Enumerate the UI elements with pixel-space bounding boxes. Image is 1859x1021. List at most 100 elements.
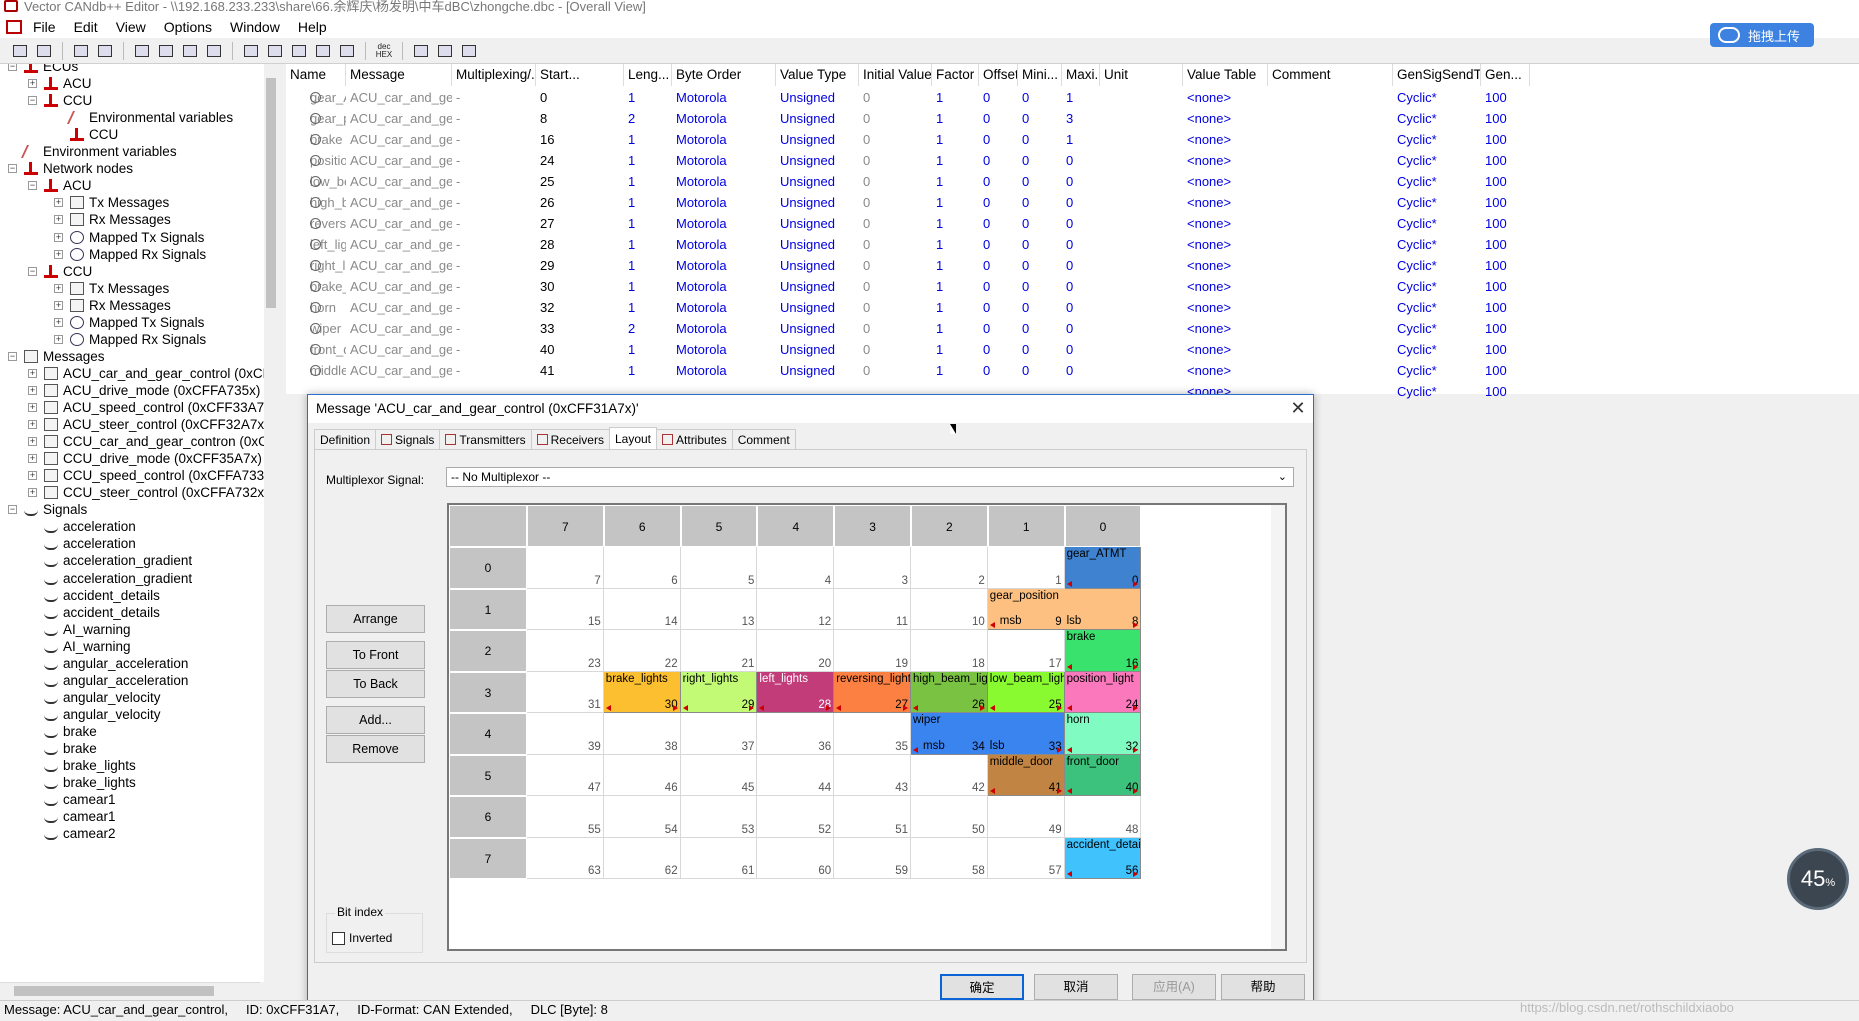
signal-block-gear-position[interactable]: gear_position msb 9 lsb 8	[987, 588, 1142, 630]
arrange-button[interactable]: Arrange	[326, 605, 425, 633]
collapse-icon[interactable]: −	[28, 266, 37, 276]
signal-block-high-beam-lights[interactable]: high_beam_lights26	[911, 671, 988, 713]
tree-view[interactable]: − ECUs + ACU − CCU Environmental variables CCU E…	[0, 64, 278, 982]
bit-cell[interactable]: 12	[757, 588, 835, 630]
bit-cell[interactable]: 39	[527, 713, 604, 755]
bit-cell[interactable]: 49	[987, 796, 1065, 838]
grid4-button[interactable]	[313, 41, 333, 61]
bit-cell[interactable]: 61	[680, 837, 758, 879]
expand-icon[interactable]: +	[54, 215, 63, 225]
expand-icon[interactable]: +	[54, 198, 63, 208]
bit-cell[interactable]: 60	[757, 837, 835, 879]
column-header[interactable]: Name	[286, 64, 346, 86]
progress-gauge[interactable]: 45%	[1787, 848, 1849, 910]
menu-window[interactable]: Window	[221, 19, 289, 35]
cancel-button[interactable]: 取消	[1034, 974, 1118, 1000]
bit-cell[interactable]: 59	[834, 837, 911, 879]
bit-cell[interactable]: 51	[834, 796, 911, 838]
expand-icon[interactable]: +	[28, 368, 37, 378]
column-header[interactable]: Message	[346, 64, 452, 86]
column-header[interactable]: Leng...	[624, 64, 672, 86]
expand-icon[interactable]: +	[54, 283, 63, 293]
bit-cell[interactable]: 4	[757, 547, 835, 589]
expand-icon[interactable]: +	[54, 317, 63, 327]
grid2-button[interactable]	[265, 41, 285, 61]
open-button[interactable]	[10, 41, 30, 61]
expand-icon[interactable]: +	[54, 249, 63, 259]
bit-cell[interactable]: 44	[757, 754, 835, 796]
ok-button[interactable]: 确定	[940, 974, 1024, 1000]
signal-block-reversing-lights[interactable]: reversing_lights 27	[834, 671, 911, 713]
expand-icon[interactable]: +	[54, 300, 63, 310]
collapse-icon[interactable]: −	[8, 505, 17, 515]
bit-cell[interactable]: 63	[527, 837, 604, 879]
view2-button[interactable]	[435, 41, 455, 61]
signal-grid[interactable]: Name Message Multiplexing/... Start... Leng.…	[286, 64, 1859, 399]
bit-cell[interactable]: 17	[987, 630, 1065, 672]
apply-button[interactable]: 应用(A)	[1132, 974, 1216, 1000]
collapse-icon[interactable]: −	[28, 181, 37, 191]
bit-cell[interactable]: 19	[834, 630, 911, 672]
bit-cell[interactable]: 43	[834, 754, 911, 796]
expand-icon[interactable]: +	[28, 385, 37, 395]
bit-cell[interactable]: 62	[603, 837, 681, 879]
collapse-icon[interactable]: −	[8, 64, 17, 71]
collapse-icon[interactable]: −	[8, 164, 17, 174]
column-header[interactable]: Offset	[979, 64, 1018, 86]
signal-block-accident-details[interactable]: accident_details 56	[1064, 837, 1142, 879]
paste-button[interactable]	[95, 41, 115, 61]
bit-cell[interactable]: 13	[680, 588, 758, 630]
grid5-button[interactable]	[337, 41, 357, 61]
inverted-checkbox[interactable]	[332, 932, 345, 945]
view3-button[interactable]	[459, 41, 479, 61]
dec-hex-button[interactable]: dec HEX	[374, 41, 394, 61]
column-header[interactable]: Start...	[536, 64, 624, 86]
view1-button[interactable]	[411, 41, 431, 61]
tab-signals[interactable]: Signals	[375, 429, 441, 449]
save-button[interactable]	[34, 41, 54, 61]
signal-block-wiper[interactable]: wiper msb 34 lsb 33	[911, 713, 1065, 755]
column-header[interactable]: Gen...	[1481, 64, 1530, 86]
bit-cell[interactable]: 14	[603, 588, 681, 630]
expand-icon[interactable]: +	[54, 334, 63, 344]
close-icon[interactable]: ✕	[1288, 399, 1308, 419]
bit-cell[interactable]: 42	[911, 754, 988, 796]
collapse-icon[interactable]: −	[28, 96, 37, 106]
bit-cell[interactable]: 3	[834, 547, 911, 589]
app-menu-icon[interactable]	[6, 20, 22, 34]
bit-cell[interactable]: 35	[834, 713, 911, 755]
column-header[interactable]: Byte Order	[672, 64, 776, 86]
signal-block-middle-door[interactable]: middle_door 41	[987, 754, 1065, 796]
upload-button[interactable]: 拖拽上传	[1710, 23, 1814, 47]
tab-receivers[interactable]: Receivers	[530, 429, 610, 449]
tab-comment[interactable]: Comment	[731, 429, 796, 449]
signal-button[interactable]	[156, 41, 176, 61]
grid-button[interactable]	[241, 41, 261, 61]
bit-cell[interactable]: 10	[911, 588, 988, 630]
bit-cell[interactable]: 38	[603, 713, 681, 755]
bit-cell[interactable]: 6	[603, 547, 681, 589]
menu-edit[interactable]: Edit	[65, 19, 107, 35]
column-header[interactable]: Comment	[1268, 64, 1393, 86]
signal-block-right-lights[interactable]: right_lights 29	[680, 671, 758, 713]
tab-definition[interactable]: Definition	[314, 429, 377, 449]
bit-cell[interactable]: 5	[680, 547, 758, 589]
column-header[interactable]: Value Table	[1183, 64, 1268, 86]
grid3-button[interactable]	[289, 41, 309, 61]
tree-scrollbar[interactable]	[264, 64, 278, 982]
bit-cell[interactable]: 22	[603, 630, 681, 672]
collapse-icon[interactable]: −	[8, 351, 17, 361]
bit-cell[interactable]: 48	[1064, 796, 1142, 838]
message-layout-grid[interactable]: 7654321007654321011514131211109822322212…	[447, 503, 1287, 951]
expand-icon[interactable]: +	[28, 403, 37, 412]
tab-layout[interactable]: Layout	[608, 427, 658, 449]
signal-block-front-door[interactable]: front_door 40	[1064, 754, 1142, 796]
bit-cell[interactable]: 45	[680, 754, 758, 796]
expand-icon[interactable]: +	[28, 420, 37, 430]
signal-block-brake-lights[interactable]: brake_lights 30	[603, 671, 681, 713]
signal-block-horn[interactable]: horn 32	[1064, 713, 1142, 755]
ecu-button[interactable]	[132, 41, 152, 61]
bit-cell[interactable]: 7	[527, 547, 604, 589]
remove-button[interactable]: Remove	[326, 735, 425, 763]
bit-cell[interactable]: 55	[527, 796, 604, 838]
